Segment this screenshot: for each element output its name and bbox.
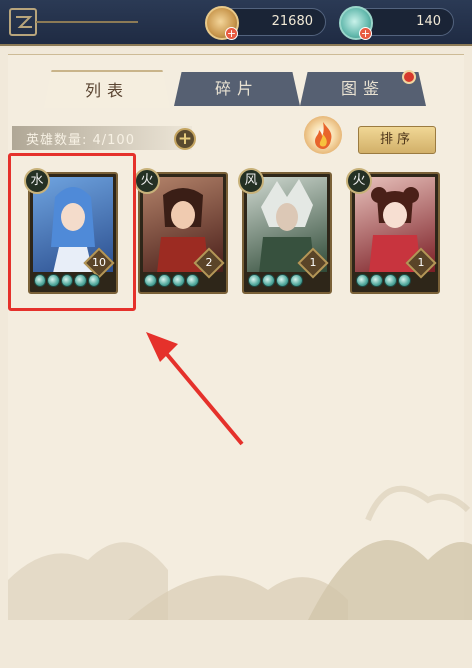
pointer-arrow [146, 332, 244, 446]
